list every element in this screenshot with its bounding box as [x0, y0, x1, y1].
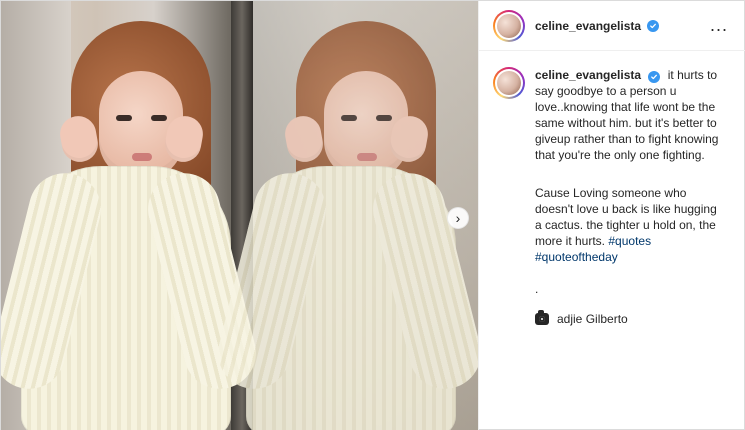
- caption-row: celine_evangelista it hurts to say goodb…: [479, 51, 745, 327]
- caption-avatar-inner: [495, 69, 523, 97]
- avatar-inner: [495, 11, 523, 40]
- lips: [132, 153, 152, 161]
- eye-right: [151, 115, 167, 121]
- caption-dot: .: [535, 282, 539, 296]
- caption-avatar: [497, 71, 521, 95]
- header-username-row: celine_evangelista: [535, 19, 706, 33]
- caption-text-1: it hurts to say goodbye to a person u lo…: [535, 68, 719, 162]
- camera-icon: [535, 310, 549, 325]
- chevron-right-icon: ›: [455, 210, 461, 226]
- post-side-panel: celine_evangelista ... celine_evangelist…: [478, 1, 745, 430]
- hashtag-quoteoftheday[interactable]: #quoteoftheday: [535, 250, 618, 264]
- eye-right: [376, 115, 392, 121]
- photo-credit: adjie Gilberto: [535, 310, 725, 327]
- header-username[interactable]: celine_evangelista: [535, 19, 641, 33]
- hashtag-quotes[interactable]: #quotes: [608, 234, 651, 248]
- person-reflection-right: [210, 21, 478, 430]
- eye-left: [116, 115, 132, 121]
- caption-paragraph-1: celine_evangelista it hurts to say goodb…: [535, 67, 725, 163]
- caption: celine_evangelista it hurts to say goodb…: [535, 67, 725, 327]
- verified-icon: [647, 19, 660, 32]
- caption-avatar-ring[interactable]: [493, 67, 525, 99]
- instagram-post: › celine_evangelista ... celine_evangeli…: [0, 0, 745, 430]
- avatar: [497, 13, 521, 38]
- avatar-ring[interactable]: [493, 9, 525, 42]
- next-media-button[interactable]: ›: [447, 207, 469, 229]
- more-options-button[interactable]: ...: [706, 13, 732, 39]
- verified-badge: [648, 71, 661, 83]
- person-image-left: [1, 21, 264, 430]
- photo-credit-name[interactable]: adjie Gilberto: [557, 311, 628, 327]
- more-icon: ...: [709, 15, 728, 35]
- post-header: celine_evangelista ...: [479, 1, 745, 51]
- eye-left: [341, 115, 357, 121]
- caption-username[interactable]: celine_evangelista: [535, 68, 641, 82]
- verified-icon: [648, 71, 661, 83]
- post-media[interactable]: ›: [1, 1, 478, 430]
- caption-paragraph-2: Cause Loving someone who doesn't love u …: [535, 185, 725, 265]
- lips: [357, 153, 377, 161]
